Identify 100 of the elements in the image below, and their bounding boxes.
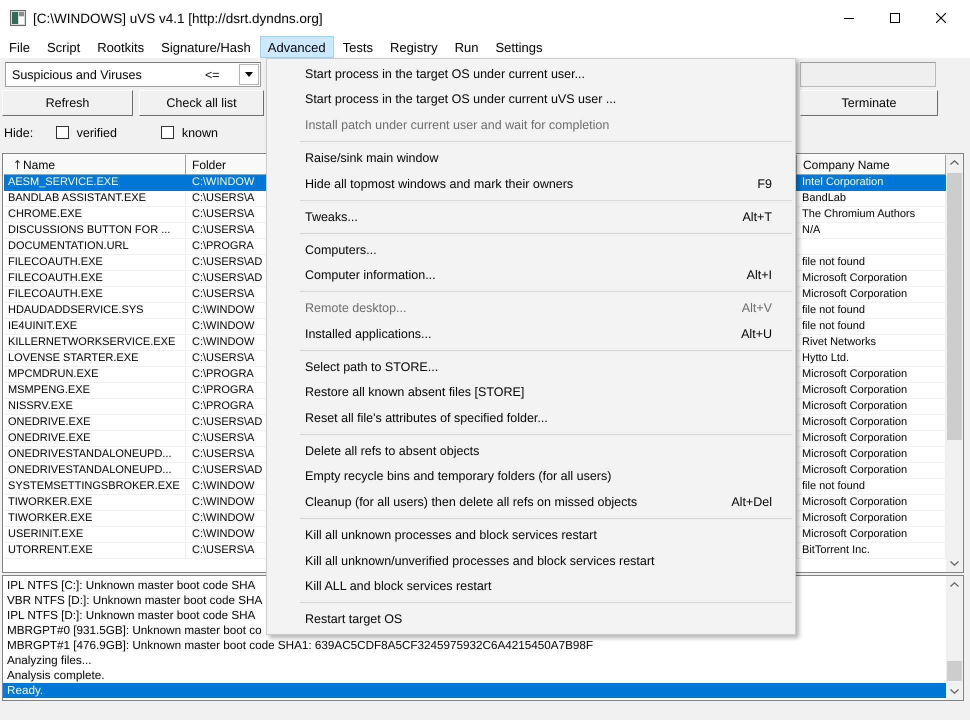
file-name: TIWORKER.EXE (8, 496, 92, 508)
file-name: USERINIT.EXE (8, 528, 84, 540)
file-name: SYSTEMSETTINGSBROKER.EXE (8, 480, 180, 492)
company-name: Rivet Networks (802, 336, 876, 348)
shortcut-label: Alt+Del (730, 495, 772, 510)
company-name: Microsoft Corporation (802, 496, 908, 508)
folder-path: C:\USERS\AD (192, 464, 262, 476)
menu-option[interactable]: Reset all file's attributes of specified folder... (269, 405, 793, 431)
file-name: MPCMDRUN.EXE (8, 368, 98, 380)
file-name: DOCUMENTATION.URL (8, 240, 129, 252)
file-name: ONEDRIVESTANDALONEUPD... (8, 448, 172, 460)
company-name: file not found (802, 480, 865, 492)
folder-path: C:\USERS\A (192, 192, 254, 204)
menu-option[interactable]: Delete all refs to absent objects (269, 438, 793, 464)
folder-path: C:\PROGRA (192, 368, 254, 380)
company-name: Microsoft Corporation (802, 272, 908, 284)
folder-path: C:\USERS\AD (192, 416, 262, 428)
hide-label: Hide: (3, 126, 34, 140)
log-line[interactable]: MBRGPT#0 [931.5GB]: Unknown master boot co (3, 623, 262, 638)
menu-option[interactable]: Kill ALL and block services restart (269, 573, 793, 600)
file-name: FILECOAUTH.EXE (8, 272, 103, 284)
menu-option[interactable]: Start process in the target OS under current user... (269, 61, 793, 87)
menu-option[interactable]: Raise/sink main window (269, 145, 793, 171)
close-icon (936, 13, 946, 23)
folder-path: C:\WINDOW (192, 304, 254, 316)
scrollbar-thumb[interactable] (947, 661, 962, 681)
company-name: Microsoft Corporation (802, 464, 908, 476)
company-name: Microsoft Corporation (802, 528, 908, 540)
folder-path: C:\USERS\A (192, 448, 254, 460)
shortcut-label: Alt+U (740, 326, 772, 341)
menu-option[interactable]: Start process in the target OS under current uVS user ... (269, 86, 793, 112)
scrollbar-thumb[interactable] (947, 173, 962, 440)
folder-path: C:\WINDOW (192, 176, 254, 188)
menu-option[interactable]: Installed applications... Alt+U (269, 320, 793, 346)
checkbox[interactable] (160, 126, 174, 139)
checkbox-label[interactable]: known (182, 126, 218, 140)
file-name: FILECOAUTH.EXE (8, 288, 103, 300)
chevron-down-icon[interactable] (950, 689, 959, 694)
file-name: ONEDRIVE.EXE (8, 416, 91, 428)
file-name: DISCUSSIONS BUTTON FOR ... (8, 224, 170, 236)
company-name: Intel Corporation (802, 176, 884, 188)
file-name: NISSRV.EXE (8, 400, 73, 412)
folder-path: C:\WINDOW (192, 320, 254, 332)
caret-icon (245, 72, 253, 77)
shortcut-label: Alt+V (740, 301, 772, 316)
folder-path: C:\USERS\AD (192, 256, 262, 268)
menu-option[interactable]: Select path to STORE... (269, 354, 793, 380)
company-name: file not found (802, 320, 865, 332)
folder-path: C:\PROGRA (192, 400, 254, 412)
company-name: Microsoft Corporation (802, 368, 908, 380)
file-name: ONEDRIVE.EXE (8, 432, 91, 444)
menu-option[interactable]: Empty recycle bins and temporary folders (for all users) (269, 464, 793, 490)
log-line[interactable]: Analyzing files... (3, 653, 92, 668)
menu-bar-item[interactable]: File (1, 36, 38, 58)
filter-dropdown[interactable]: Suspicious and Viruses <= (5, 62, 261, 87)
company-name: file not found (802, 304, 865, 316)
menu-option[interactable]: Computers... (269, 236, 793, 262)
menu-option[interactable]: Tweaks... Alt+T (269, 204, 793, 230)
toolbar-button[interactable]: Check all list (139, 90, 264, 116)
column-header[interactable]: Company Name (797, 155, 946, 175)
chevron-up-icon[interactable] (950, 582, 959, 587)
log-line[interactable]: IPL NTFS [C:]: Unknown master boot code SHA (3, 578, 256, 593)
folder-path: C:\USERS\A (192, 432, 254, 444)
folder-path: C:\PROGRA (192, 240, 254, 252)
menu-option[interactable]: Computer information... Alt+I (269, 262, 793, 288)
window-title: [C:\WINDOWS] uVS v4.1 [http://dsrt.dyndns.org] (33, 10, 324, 26)
checkbox[interactable] (56, 126, 69, 139)
file-name: LOVENSE STARTER.EXE (8, 352, 138, 364)
chevron-down-icon[interactable] (950, 561, 959, 566)
folder-path: C:\USERS\AD (192, 272, 262, 284)
column-header[interactable]: Name (4, 155, 186, 175)
company-name: Microsoft Corporation (802, 448, 908, 460)
log-line[interactable]: MBRGPT#1 [476.9GB]: Unknown master boot code SHA1: 639AC5CDF8A5CF3245975932C6A4215450A7B98F (3, 638, 594, 653)
menu-bar-item[interactable]: Rootkits (89, 36, 152, 58)
checkbox-label[interactable]: verified (76, 126, 117, 140)
file-name: IE4UINIT.EXE (8, 320, 78, 332)
file-name: BANDLAB ASSISTANT.EXE (8, 192, 146, 204)
menu-bar-item[interactable]: Advanced (260, 36, 334, 58)
text-field[interactable] (800, 62, 936, 87)
toolbar-button[interactable]: Terminate (800, 90, 938, 116)
menu-bar-item[interactable]: Run (446, 36, 486, 58)
maximize-icon (890, 13, 900, 23)
menu-bar-item[interactable]: Registry (382, 36, 446, 58)
company-name: The Chromium Authors (802, 208, 916, 220)
company-name: BitTorrent Inc. (802, 544, 870, 556)
menu-option[interactable]: Restart target OS (269, 606, 793, 632)
menu-bar-item[interactable]: Settings (488, 36, 550, 58)
menu-bar-item[interactable]: Tests (334, 36, 381, 58)
toolbar-button[interactable]: Refresh (2, 90, 133, 116)
log-line[interactable]: VBR NTFS [D:]: Unknown master boot code SHA (3, 593, 262, 608)
log-line[interactable]: Analysis complete. (3, 668, 104, 683)
vertical-scrollbar[interactable] (946, 576, 963, 700)
menu-bar-item[interactable]: Signature/Hash (153, 36, 259, 58)
menu-bar-item[interactable]: Script (38, 36, 88, 58)
folder-path: C:\USERS\A (192, 208, 254, 220)
chevron-up-icon[interactable] (950, 160, 959, 165)
file-name: UTORRENT.EXE (8, 544, 93, 556)
log-line[interactable]: IPL NTFS [D:]: Unknown master boot code SHA (3, 608, 256, 623)
vertical-scrollbar[interactable] (946, 154, 963, 572)
menu-option[interactable]: Kill all unknown/unverified processes and block services restart (269, 548, 793, 574)
